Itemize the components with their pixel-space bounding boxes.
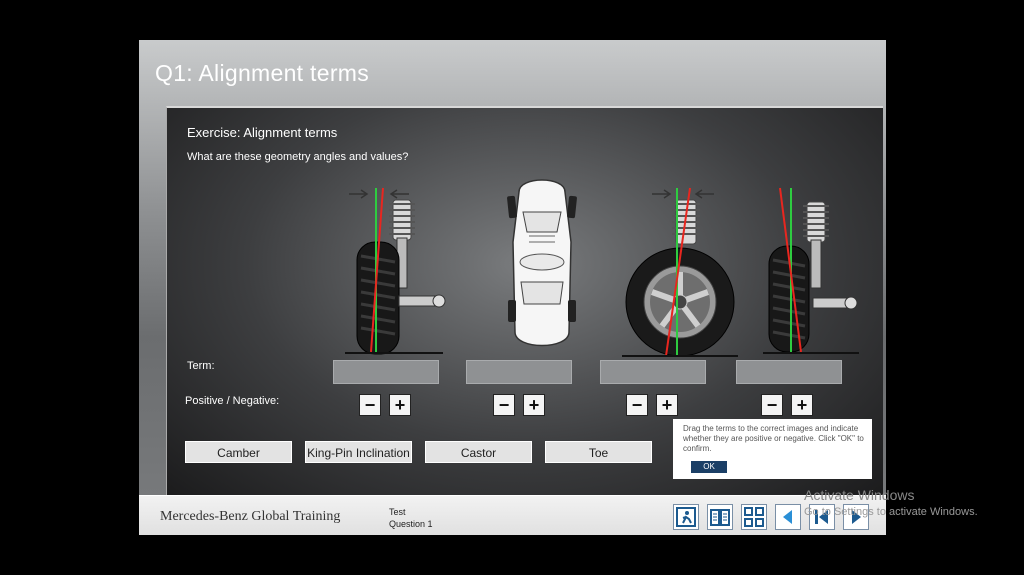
minus-button-3[interactable]: − xyxy=(626,394,648,416)
term-label: Term: xyxy=(187,360,215,372)
exercise-title: Exercise: Alignment terms xyxy=(187,125,338,140)
plus-button-3[interactable]: + xyxy=(656,394,678,416)
test-label: Test xyxy=(389,507,406,517)
minus-button-4[interactable]: − xyxy=(761,394,783,416)
exit-icon[interactable] xyxy=(673,504,699,530)
windows-activation-title: Activate Windows xyxy=(804,487,915,503)
car-top-view-toe-icon xyxy=(507,179,577,347)
plus-button-1[interactable]: + xyxy=(389,394,411,416)
plus-button-4[interactable]: + xyxy=(791,394,813,416)
term-drop-zone-3[interactable] xyxy=(600,360,706,384)
question-number: Question 1 xyxy=(389,519,433,529)
plus-button-2[interactable]: + xyxy=(523,394,545,416)
glossary-book-icon[interactable] xyxy=(707,504,733,530)
king-pin-inclination-wheel-icon xyxy=(622,187,738,357)
term-drop-zone-4[interactable] xyxy=(736,360,842,384)
term-king-pin-inclination[interactable]: King-Pin Inclination xyxy=(305,441,412,463)
windows-activation-text: Go to Settings to activate Windows. xyxy=(804,506,978,518)
term-drop-zone-2[interactable] xyxy=(466,360,572,384)
back-arrow-icon[interactable] xyxy=(775,504,801,530)
minus-button-2[interactable]: − xyxy=(493,394,515,416)
question-text: What are these geometry angles and value… xyxy=(187,151,409,163)
page-title: Q1: Alignment terms xyxy=(155,60,370,86)
term-castor[interactable]: Castor xyxy=(425,441,532,463)
term-drop-zone-1[interactable] xyxy=(333,360,439,384)
positive-negative-label: Positive / Negative: xyxy=(185,395,280,407)
app-window: Q1: Alignment terms Exercise: Alignment … xyxy=(139,40,886,535)
menu-grid-icon[interactable] xyxy=(741,504,767,530)
brand-logo-text: Mercedes-Benz Global Training xyxy=(160,509,341,524)
instruction-popup: Drag the terms to the correct images and… xyxy=(673,419,872,479)
footer-bar: Mercedes-Benz Global Training Test Quest… xyxy=(139,495,886,535)
instruction-text: Drag the terms to the correct images and… xyxy=(683,424,864,453)
minus-button-1[interactable]: − xyxy=(359,394,381,416)
ok-button[interactable]: OK xyxy=(691,461,727,473)
camber-wheel-icon xyxy=(345,187,446,355)
castor-wheel-icon xyxy=(763,187,859,354)
term-camber[interactable]: Camber xyxy=(185,441,292,463)
term-toe[interactable]: Toe xyxy=(545,441,652,463)
